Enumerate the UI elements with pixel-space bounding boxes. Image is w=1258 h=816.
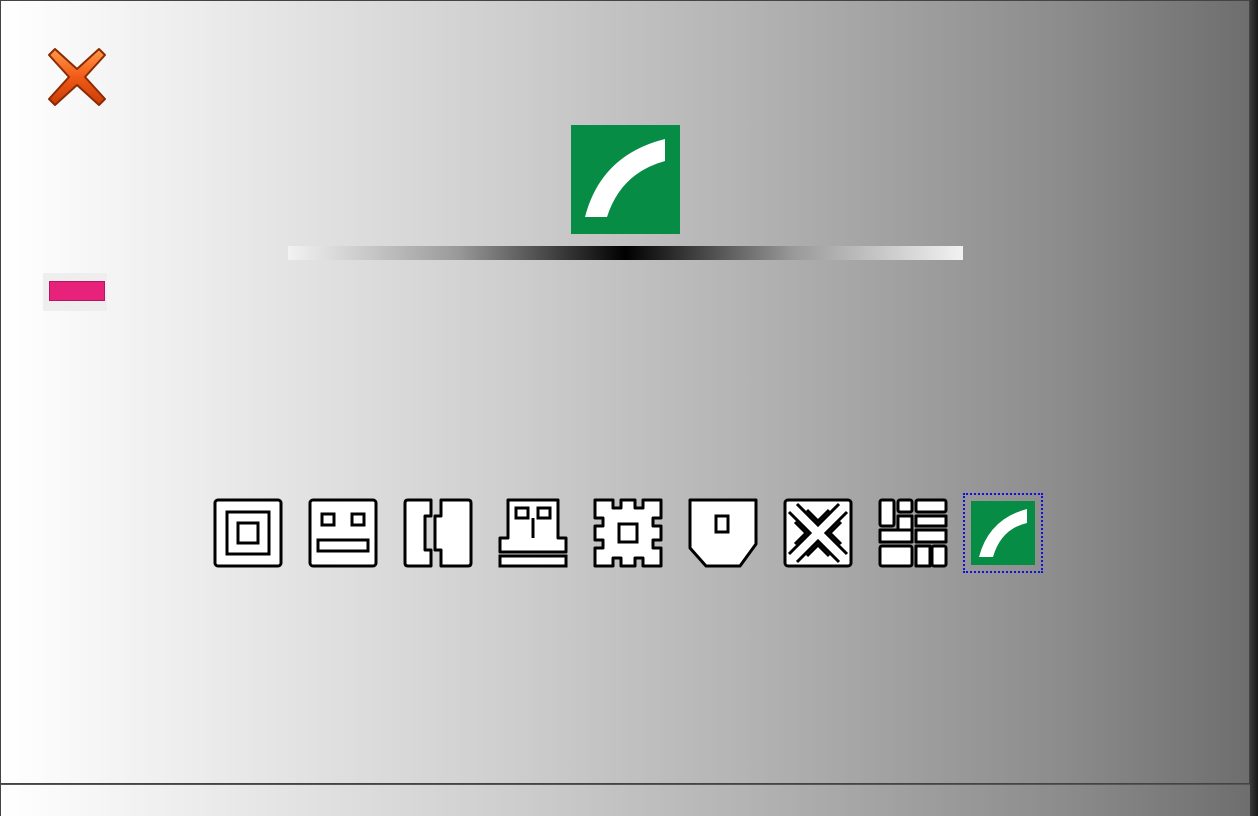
tile-house-windows[interactable] xyxy=(498,498,568,568)
x-weave-icon xyxy=(783,498,853,568)
tile-nested-square[interactable] xyxy=(213,498,283,568)
pink-swatch xyxy=(49,281,105,301)
pentagon-square-icon xyxy=(688,498,758,568)
tile-grid-blocks[interactable] xyxy=(878,498,948,568)
green-tile xyxy=(971,501,1035,565)
grid-blocks-icon xyxy=(878,498,948,568)
bottom-bar xyxy=(0,784,1250,816)
close-x-icon xyxy=(48,48,106,106)
main-window xyxy=(0,0,1250,784)
bracket-split-icon xyxy=(403,498,473,568)
tile-x-weave[interactable] xyxy=(783,498,853,568)
nested-square-icon xyxy=(213,498,283,568)
tile-bracket-split[interactable] xyxy=(403,498,473,568)
tile-pentagon-square[interactable] xyxy=(688,498,758,568)
close-button[interactable] xyxy=(41,41,113,113)
selected-tile-preview xyxy=(571,125,680,234)
tile-palette xyxy=(213,493,1053,578)
house-windows-icon xyxy=(498,498,568,568)
green-arc-icon xyxy=(979,509,1027,557)
tile-green-arc-selected[interactable] xyxy=(963,493,1043,573)
tile-cog-square[interactable] xyxy=(593,498,663,568)
progress-track xyxy=(288,246,963,260)
tile-face-square[interactable] xyxy=(308,498,378,568)
cog-square-icon xyxy=(593,498,663,568)
color-swatch-button[interactable] xyxy=(43,273,107,311)
face-square-icon xyxy=(308,498,378,568)
green-arc-icon xyxy=(585,139,665,217)
window-edge xyxy=(1250,0,1258,816)
